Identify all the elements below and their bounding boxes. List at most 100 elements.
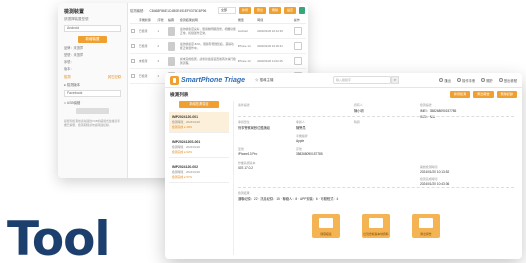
scan-card-id: IMP2024120-001: [172, 115, 199, 119]
smartphone-triage-window: SmartPhone Triage ☆ 搜尋主機 輸入關鍵字 ⌕ 匯出 操作手冊…: [165, 73, 522, 259]
phone-thumbnail-icon: [168, 41, 176, 51]
page-actions: 新增檢測 匯出報告 刪除記錄: [449, 91, 517, 98]
add-device-button[interactable]: 新增裝置: [78, 36, 107, 43]
row-description: 尚未完成檢測，請重新連接裝置後再次執行檢測流程。: [178, 53, 237, 69]
settings-button[interactable]: 設定: [283, 7, 296, 14]
row-status: 已檢測: [137, 38, 157, 54]
row-action-icon[interactable]: [293, 27, 302, 35]
scan-card[interactable]: IMP2024120-002 檢測時間：2024/01/20 檢測完成 ● 57…: [169, 162, 229, 183]
summary-label: 檢測結果: [238, 191, 250, 195]
date-field: 時間: [354, 120, 360, 124]
search-input[interactable]: 輸入關鍵字: [333, 76, 391, 84]
delete-record-button[interactable]: 刪除記錄: [496, 91, 517, 98]
new-scan-button[interactable]: 新增檢測: [449, 91, 471, 98]
export-button[interactable]: 匯出: [253, 7, 266, 14]
info-icon: [481, 78, 486, 82]
scan-card-time: 檢測時間：2024/01/20: [172, 170, 200, 174]
export-report-tile[interactable]: 匯出報告: [412, 214, 440, 238]
scan-list-panel: 新增檢測項目 IMP2024120-001 檢測時間：2024/01/20 檢測…: [169, 101, 229, 255]
row-index: 1: [156, 23, 168, 39]
row-time: 2024/01/20 10:12:33: [256, 23, 293, 39]
phone-thumbnail-icon: [168, 56, 176, 66]
export-report-button[interactable]: 匯出報告: [473, 91, 494, 98]
phone-thumbnail-icon: [168, 26, 176, 36]
table-row[interactable]: 已檢測 2 電池健康度 82%，螢幕有輕微刮痕，其餘功能正常運作中。 iPhon…: [130, 38, 306, 54]
scan-card-time: 檢測時間：2024/01/20: [172, 120, 200, 124]
action-tiles: 擷取檔案 比對雲端與本地資料 匯出報告: [234, 214, 518, 238]
agent-field: 承辦人 陳警員: [296, 120, 306, 130]
back-toolbar: 檢測編號： C8468F86E1C4B0E491EF0375C6F96 全部 新…: [130, 6, 305, 15]
device-info-line: 品牌：未選擇: [64, 46, 84, 50]
compare-data-tile[interactable]: 比對雲端與本地資料: [362, 214, 390, 238]
row-checkbox[interactable]: [131, 74, 135, 78]
search-icon[interactable]: ⌕: [391, 76, 399, 84]
scan-card[interactable]: IMP2024120-001 檢測時間：2024/01/20 檢測完成 ● 48…: [169, 112, 229, 133]
row-checkbox[interactable]: [131, 44, 135, 48]
search-scope-label[interactable]: ☆ 搜尋主機: [255, 78, 333, 83]
row-index: 2: [156, 38, 168, 54]
scan-link[interactable]: 檢測: [64, 74, 71, 79]
phone-logo-icon: [170, 75, 179, 85]
header-export[interactable]: 匯出: [439, 78, 451, 83]
page-subheader: 檢測列表 新增檢測 匯出報告 刪除記錄: [165, 88, 522, 101]
device-info-line: 版本：: [64, 67, 74, 71]
scan-card-time: 檢測時間：2024/01/20: [172, 145, 200, 149]
app-select[interactable]: Facebook: [64, 90, 121, 97]
row-model: iPhone 14: [236, 38, 257, 54]
start-scan-button[interactable]: [76, 108, 109, 114]
tool-heading: Tool: [7, 212, 111, 263]
row-action-icon[interactable]: [293, 57, 302, 65]
table-row[interactable]: 已檢測 1 電池健康度良好，螢幕無明顯刮傷，相機功能正常，按鍵運作正常。 And…: [130, 23, 306, 39]
scan-detail-panel: 案件編號 持有人 陳小明 檢測編號 IMEI：358268090157785 I…: [233, 101, 518, 255]
row-model: Android: [236, 23, 257, 39]
table-row[interactable]: 未檢測 3 尚未完成檢測，請重新連接裝置後再次執行檢測流程。 iPhone 13…: [130, 53, 306, 69]
os-field: 作業系統版本 iOS 17.0.2: [238, 161, 256, 170]
header-manual[interactable]: 操作手冊: [457, 78, 475, 83]
start-time-field: 開始檢測時間 2024/01/20 10:13:52: [420, 165, 450, 174]
scan-card[interactable]: IMP2024120S-001 檢測時間：2024/01/20 檢測完成 ● 6…: [169, 137, 229, 158]
user-icon: [498, 78, 503, 82]
device-info-line: 序號：: [64, 60, 74, 64]
row-description: 電池健康度良好，螢幕無明顯刮傷，相機功能正常，按鍵運作正常。: [178, 23, 237, 39]
row-model: iPhone 13: [236, 53, 257, 69]
row-time: 2024/01/20 10:20:41: [256, 38, 293, 54]
row-checkbox[interactable]: [131, 59, 135, 63]
device-sidebar: 檢測裝置 請選擇裝置型號 Android 新增裝置 品牌：未選擇 型號：未選擇 …: [58, 3, 128, 178]
case-id-value: C8468F86E1C4B0E491EF0375C6F96: [149, 8, 207, 13]
header-logout[interactable]: 登出帳號: [498, 78, 517, 83]
add-button[interactable]: 新增: [238, 7, 251, 14]
row-checkbox[interactable]: [131, 29, 135, 33]
row-description: 電池健康度 82%，螢幕有輕微刮痕，其餘功能正常運作中。: [178, 38, 237, 54]
filter-dropdown[interactable]: 全部: [217, 7, 236, 14]
usb-debug-checkbox[interactable]: □ USB偵錯: [64, 100, 121, 105]
row-action-icon[interactable]: [293, 42, 302, 50]
sidebar-note: 提醒您檢測前請先開啟USB偵錯模式並確認手機已解鎖，檢測期間請勿拔除連接線。: [64, 119, 121, 127]
scan-card-id: IMP2024120S-001: [172, 140, 201, 144]
refresh-icon[interactable]: [299, 7, 305, 14]
scan-card-status: 檢測完成 ● 57%: [172, 175, 193, 179]
header-about[interactable]: 關於: [481, 78, 493, 83]
owner-field: 持有人 陳小明: [354, 103, 364, 113]
unit-field: 承辦單位 刑事警察局數位鑑識組: [238, 120, 270, 130]
sidebar-subtitle: 請選擇裝置型號: [64, 17, 89, 21]
book-icon: [457, 78, 462, 82]
scan-card-id: IMP2024120-002: [172, 165, 199, 169]
sidebar-title: 檢測裝置: [64, 9, 85, 15]
summary-bar: 檢測結果 通聯紀錄：22 · 訊息紀錄：15 · 聯絡人：8 · APP安裝：6…: [238, 191, 514, 201]
sidebar-links: 檢測 其它記錄: [64, 74, 121, 79]
add-scan-item-button[interactable]: 新增檢測項目: [179, 101, 219, 108]
version-radio[interactable]: ● 檢測版本: [64, 82, 121, 87]
os-select[interactable]: Android: [64, 25, 121, 32]
scan-card-status: 檢測完成 ● 48%: [172, 125, 193, 129]
records-link[interactable]: 其它記錄: [108, 74, 121, 79]
row-index: 3: [156, 53, 168, 69]
case-id-label: 檢測編號：: [130, 9, 147, 13]
app-logo: SmartPhone Triage: [170, 75, 250, 85]
extract-files-tile[interactable]: 擷取檔案: [312, 214, 340, 238]
scan-card-status: 檢測完成 ● 62%: [172, 150, 193, 154]
brand-field: 手機廠牌 Apple: [296, 134, 308, 143]
case-field: 案件編號: [238, 103, 250, 107]
report-icon: [419, 218, 433, 228]
model-field: 型號 iPhone13 Pro: [238, 147, 258, 156]
delete-button[interactable]: 刪除: [268, 7, 281, 14]
